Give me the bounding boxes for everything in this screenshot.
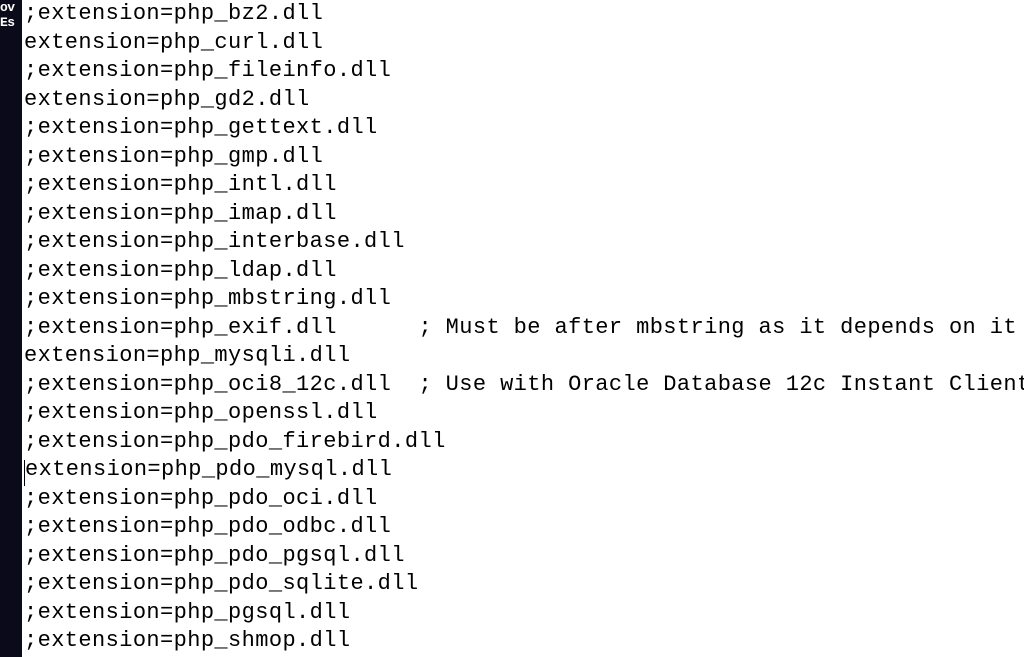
code-line[interactable]: ;extension=php_pgsql.dll	[24, 599, 1024, 628]
text-editor-area[interactable]: ;extension=php_bz2.dllextension=php_curl…	[22, 0, 1024, 657]
line-number-gutter: ov Es	[0, 0, 22, 657]
code-line[interactable]: ;extension=php_imap.dll	[24, 200, 1024, 229]
code-line[interactable]: ;extension=php_mbstring.dll	[24, 285, 1024, 314]
gutter-label-bottom: Es	[0, 15, 15, 30]
code-line[interactable]: extension=php_curl.dll	[24, 29, 1024, 58]
code-line[interactable]: extension=php_gd2.dll	[24, 86, 1024, 115]
code-line[interactable]: ;extension=php_pdo_pgsql.dll	[24, 542, 1024, 571]
gutter-label-top: ov	[0, 0, 15, 15]
code-line[interactable]: ;extension=php_fileinfo.dll	[24, 57, 1024, 86]
code-line[interactable]: ;extension=php_pdo_sqlite.dll	[24, 570, 1024, 599]
code-line[interactable]: ;extension=php_pdo_odbc.dll	[24, 513, 1024, 542]
code-line[interactable]: ;extension=php_pdo_oci.dll	[24, 485, 1024, 514]
code-line[interactable]: ;extension=php_openssl.dll	[24, 399, 1024, 428]
code-line[interactable]: ;extension=php_exif.dll ; Must be after …	[24, 314, 1024, 343]
code-line[interactable]: ;extension=php_interbase.dll	[24, 228, 1024, 257]
code-line[interactable]: ;extension=php_oci8_12c.dll ; Use with O…	[24, 371, 1024, 400]
code-line[interactable]: extension=php_mysqli.dll	[24, 342, 1024, 371]
code-line[interactable]: ;extension=php_gmp.dll	[24, 143, 1024, 172]
code-line[interactable]: ;extension=php_intl.dll	[24, 171, 1024, 200]
code-line[interactable]: ;extension=php_ldap.dll	[24, 257, 1024, 286]
code-line[interactable]: extension=php_pdo_mysql.dll	[24, 456, 1024, 485]
gutter-corner-label: ov Es	[0, 0, 15, 30]
code-line[interactable]: ;extension=php_gettext.dll	[24, 114, 1024, 143]
code-line[interactable]: ;extension=php_bz2.dll	[24, 0, 1024, 29]
code-line[interactable]: ;extension=php_shmop.dll	[24, 627, 1024, 656]
code-line[interactable]: ;extension=php_pdo_firebird.dll	[24, 428, 1024, 457]
text-cursor	[24, 460, 25, 486]
